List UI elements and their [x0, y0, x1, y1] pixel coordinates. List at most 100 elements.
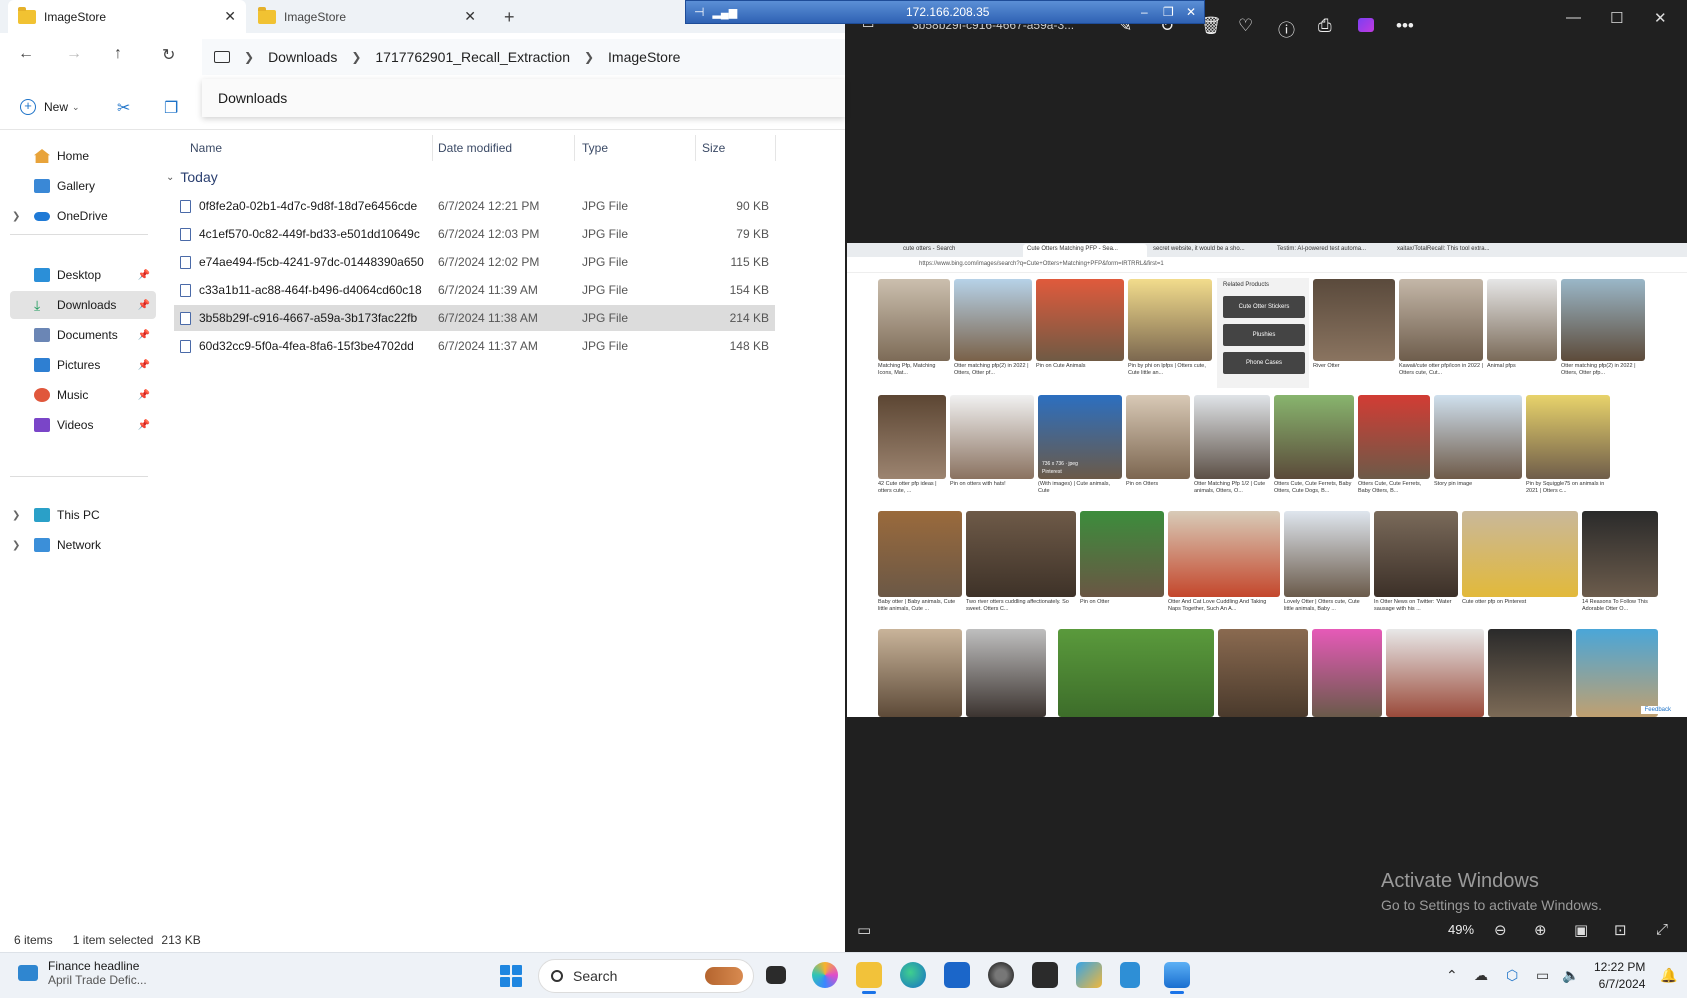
cloud-offline-icon[interactable]: ☁	[1474, 967, 1488, 984]
column-divider[interactable]	[574, 135, 575, 161]
sidebar-item-music[interactable]: Music 📌	[10, 381, 156, 409]
settings-gear-icon[interactable]	[988, 962, 1014, 988]
group-header-today[interactable]: ⌄ Today	[166, 169, 218, 185]
status-bar: 6 items 1 item selected 213 KB	[0, 928, 845, 952]
address-suggestion-dropdown[interactable]: Downloads	[202, 79, 845, 117]
security-shield-icon[interactable]: ⬡	[1506, 967, 1518, 984]
pin-icon[interactable]: 📌	[138, 330, 150, 341]
close-tab-icon[interactable]: ✕	[224, 8, 236, 25]
column-header-name[interactable]: Name	[190, 141, 222, 155]
sidebar-item-network[interactable]: ❯ Network	[10, 531, 156, 559]
sidebar-item-home[interactable]: Home	[10, 142, 156, 170]
chevron-right-icon[interactable]: ❯	[12, 211, 20, 222]
column-header-type[interactable]: Type	[582, 141, 608, 155]
widgets-button[interactable]: Finance headline April Trade Defic...	[18, 959, 147, 987]
minimize-icon[interactable]: –	[1141, 5, 1148, 19]
filmstrip-icon[interactable]: ▭	[857, 921, 871, 939]
restore-icon[interactable]: ❐	[1163, 5, 1174, 19]
task-view-icon[interactable]	[766, 966, 786, 984]
sidebar-item-pictures[interactable]: Pictures 📌	[10, 351, 156, 379]
otter-thumbnail	[1374, 511, 1458, 597]
print-icon[interactable]: ⎙	[1318, 16, 1332, 36]
cut-icon[interactable]: ✂	[117, 98, 130, 118]
notification-bell-icon[interactable]: 🔔	[1660, 967, 1677, 984]
file-row[interactable]: 4c1ef570-0c82-449f-bd33-e501dd10649c 6/7…	[174, 221, 775, 247]
terminal-icon[interactable]	[1032, 962, 1058, 988]
copilot-icon[interactable]	[812, 962, 838, 988]
file-row-selected[interactable]: 3b58b29f-c916-4667-a59a-3b173fac22fb 6/7…	[174, 305, 775, 331]
pin-icon[interactable]: 📌	[138, 360, 150, 371]
monitor-icon[interactable]: ▭	[1536, 967, 1549, 984]
forward-arrow-icon[interactable]: →	[66, 45, 82, 63]
sidebar-item-videos[interactable]: Videos 📌	[10, 411, 156, 439]
heart-icon[interactable]: ♡	[1238, 16, 1253, 36]
paint-icon[interactable]	[1076, 962, 1102, 988]
sidebar-item-downloads[interactable]: ⤓ Downloads 📌	[10, 291, 156, 319]
edge-browser-icon[interactable]	[900, 962, 926, 988]
photos-icon[interactable]	[1164, 962, 1190, 994]
column-divider[interactable]	[695, 135, 696, 161]
pin-icon[interactable]: 📌	[138, 300, 150, 311]
address-bar[interactable]: ❯ Downloads ❯ 1717762901_Recall_Extracti…	[202, 39, 845, 75]
sidebar-item-desktop[interactable]: Desktop 📌	[10, 261, 156, 289]
chevron-up-icon[interactable]: ⌃	[1446, 967, 1458, 984]
divider	[10, 234, 148, 235]
back-arrow-icon[interactable]: ←	[18, 45, 34, 63]
file-row[interactable]: c33a1b11-ac88-464f-b496-d4064cd60c18 6/7…	[174, 277, 775, 303]
close-icon[interactable]: ✕	[1654, 9, 1667, 27]
notepad-icon[interactable]	[1120, 962, 1140, 988]
maximize-icon[interactable]: ☐	[1610, 9, 1623, 27]
tab-imagestore-2[interactable]: ImageStore ✕	[248, 0, 486, 33]
new-button[interactable]: + New ⌄	[20, 99, 80, 115]
chevron-right-icon[interactable]: ❯	[351, 50, 361, 64]
chevron-right-icon[interactable]: ❯	[12, 540, 20, 551]
file-row[interactable]: 0f8fe2a0-02b1-4d7c-9d8f-18d7e6456cde 6/7…	[174, 193, 775, 219]
file-row[interactable]: 60d32cc9-5f0a-4fea-8fa6-15f3be4702dd 6/7…	[174, 333, 775, 359]
close-tab-icon[interactable]: ✕	[464, 8, 476, 25]
column-divider[interactable]	[432, 135, 433, 161]
breadcrumb-downloads[interactable]: Downloads	[268, 49, 337, 65]
breadcrumb-imagestore[interactable]: ImageStore	[608, 49, 680, 65]
sidebar-item-gallery[interactable]: Gallery	[10, 172, 156, 200]
displayed-image[interactable]: cute otters - Search Cute Otters Matchin…	[847, 243, 1687, 717]
column-header-date[interactable]: Date modified	[438, 141, 512, 155]
pin-icon[interactable]: ⊣	[694, 5, 704, 19]
more-options-icon[interactable]: •••	[1396, 16, 1414, 36]
pin-icon[interactable]: 📌	[138, 270, 150, 281]
tab-imagestore-1[interactable]: ImageStore ✕	[8, 0, 246, 33]
microsoft-store-icon[interactable]	[944, 962, 970, 988]
minimize-icon[interactable]: —	[1566, 9, 1581, 26]
file-row[interactable]: e74ae494-f5cb-4241-97dc-01448390a650 6/7…	[174, 249, 775, 275]
sidebar-item-documents[interactable]: Documents 📌	[10, 321, 156, 349]
pin-icon[interactable]: 📌	[138, 390, 150, 401]
zoom-in-icon[interactable]: ⊕	[1534, 921, 1547, 939]
new-tab-icon[interactable]: +	[504, 7, 515, 28]
system-clock[interactable]: 12:22 PM 6/7/2024	[1594, 959, 1645, 993]
fullscreen-icon[interactable]: ⤢	[1656, 921, 1668, 938]
taskbar-search-box[interactable]: Search	[538, 959, 754, 993]
sidebar-item-thispc[interactable]: ❯ This PC	[10, 501, 156, 529]
file-explorer-icon[interactable]	[856, 962, 882, 994]
sidebar-item-onedrive[interactable]: ❯ OneDrive	[10, 202, 156, 230]
fit-to-window-icon[interactable]: ▣	[1574, 921, 1588, 939]
start-button[interactable]	[500, 965, 522, 987]
chevron-right-icon[interactable]: ❯	[12, 510, 20, 521]
up-arrow-icon[interactable]: ↑	[114, 45, 122, 63]
zoom-out-icon[interactable]: ⊖	[1494, 921, 1507, 939]
refresh-icon[interactable]: ↻	[162, 45, 175, 65]
chevron-right-icon[interactable]: ❯	[244, 50, 254, 64]
info-icon[interactable]: ⓘ	[1278, 16, 1295, 41]
close-icon[interactable]: ✕	[1186, 5, 1196, 19]
pin-icon[interactable]: 📌	[138, 420, 150, 431]
column-divider[interactable]	[775, 135, 776, 161]
chevron-right-icon[interactable]: ❯	[584, 50, 594, 64]
clipchamp-icon[interactable]	[1358, 18, 1374, 32]
navigation-bar: ← → ↑ ↻ ❯ Downloads ❯ 1717762901_Recall_…	[0, 33, 845, 79]
copy-icon[interactable]: ❐	[164, 98, 178, 118]
volume-icon[interactable]: 🔈	[1562, 967, 1579, 984]
column-header-size[interactable]: Size	[702, 141, 725, 155]
suggestion-downloads[interactable]: Downloads	[218, 90, 287, 106]
actual-size-icon[interactable]: ⊡	[1614, 921, 1627, 939]
breadcrumb-recall-extraction[interactable]: 1717762901_Recall_Extraction	[375, 49, 570, 65]
related-products-panel: Related Products Cute Otter Stickers Plu…	[1217, 278, 1309, 388]
